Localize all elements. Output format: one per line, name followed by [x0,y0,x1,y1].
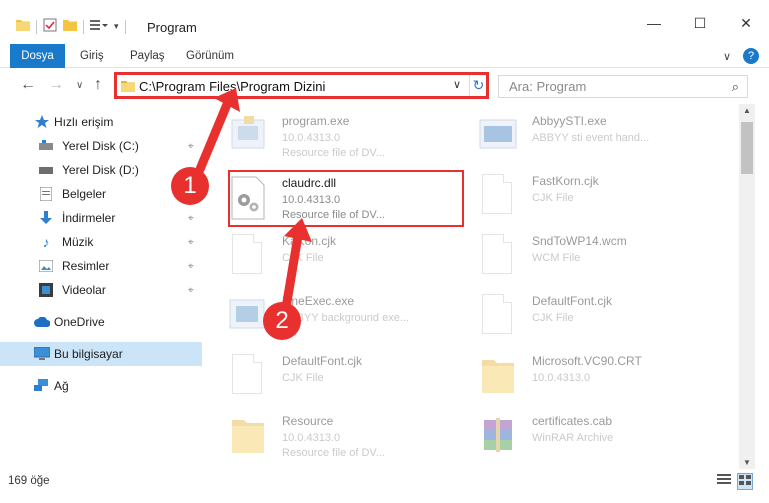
tiles-view-icon[interactable] [737,473,753,490]
status-bar: 169 öğe [0,473,769,503]
annotation-arrows [193,88,312,313]
view-buttons [717,473,753,490]
step-1-badge: 1 [171,167,209,205]
item-count: 169 öğe [8,475,50,487]
details-view-icon[interactable] [717,473,731,490]
step-2-badge: 2 [263,302,301,340]
